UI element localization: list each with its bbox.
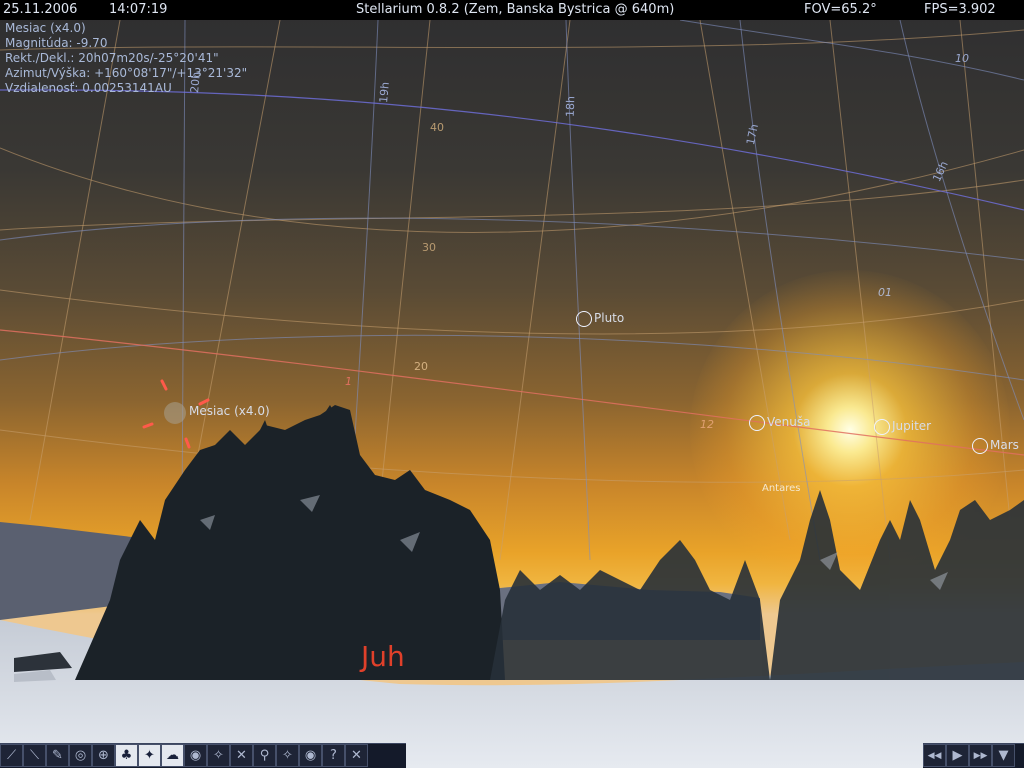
info-ra-dec: Rekt./Dekl.: 20h07m20s/-25°20'41" bbox=[5, 51, 219, 65]
info-magnitude: Magnitúda: -9.70 bbox=[5, 36, 108, 50]
constellation-names-icon[interactable]: ⟍ bbox=[23, 744, 46, 767]
equatorial-grid-icon[interactable]: ⊕ bbox=[92, 744, 115, 767]
info-name: Mesiac (x4.0) bbox=[5, 21, 86, 35]
fps-readout: FPS=3.902 bbox=[924, 2, 996, 17]
time-forward-icon[interactable]: ▶▶ bbox=[969, 744, 992, 767]
cardinal-points-icon[interactable]: ✦ bbox=[138, 744, 161, 767]
landscape bbox=[0, 405, 1024, 768]
mount-mode-icon[interactable]: ✕ bbox=[230, 744, 253, 767]
time-play-icon[interactable]: ▶ bbox=[946, 744, 969, 767]
top-status-bar: 25.11.2006 14:07:19 Stellarium 0.8.2 (Ze… bbox=[0, 0, 1024, 20]
planet-labels-icon[interactable]: ✧ bbox=[207, 744, 230, 767]
configuration-icon[interactable]: ✧ bbox=[276, 744, 299, 767]
ground-icon[interactable]: ♣ bbox=[115, 744, 138, 767]
help-icon[interactable]: ? bbox=[322, 744, 345, 767]
info-distance: Vzdialenosť: 0.00253141AU bbox=[5, 81, 172, 95]
constellation-art-icon[interactable]: ✎ bbox=[46, 744, 69, 767]
cardinal-south: Juh bbox=[361, 640, 405, 673]
fov-readout: FOV=65.2° bbox=[804, 2, 877, 17]
search-icon[interactable]: ⚲ bbox=[253, 744, 276, 767]
atmosphere-icon[interactable]: ☁ bbox=[161, 744, 184, 767]
object-info-panel: Mesiac (x4.0) Magnitúda: -9.70 Rekt./Dek… bbox=[5, 21, 247, 96]
time-now-icon[interactable]: ▼ bbox=[992, 744, 1015, 767]
azimuth-grid-icon[interactable]: ◎ bbox=[69, 744, 92, 767]
info-az-alt: Azimut/Výška: +160°08'17"/+13°21'32" bbox=[5, 66, 248, 80]
stellarium-window[interactable]: 20h 19h 18h 17h 16h 40 30 20 1 12 10 01 … bbox=[0, 0, 1024, 768]
nebulae-icon[interactable]: ◉ bbox=[184, 744, 207, 767]
quit-icon[interactable]: ✕ bbox=[345, 744, 368, 767]
constellation-lines-icon[interactable]: ⟋ bbox=[0, 744, 23, 767]
date-readout: 25.11.2006 bbox=[3, 2, 78, 17]
time-readout: 14:07:19 bbox=[109, 2, 168, 17]
main-toolbar: ⟋ ⟍ ✎ ◎ ⊕ ♣ ✦ ☁ ◉ ✧ ✕ ⚲ ✧ ◉? ✕ bbox=[0, 743, 406, 768]
time-toolbar: ◀◀ ▶ ▶▶ ▼ bbox=[923, 743, 1024, 768]
time-rewind-icon[interactable]: ◀◀ bbox=[923, 744, 946, 767]
app-title: Stellarium 0.8.2 (Zem, Banska Bystrica @… bbox=[356, 2, 675, 17]
night-mode-icon[interactable]: ◉ bbox=[299, 744, 322, 767]
